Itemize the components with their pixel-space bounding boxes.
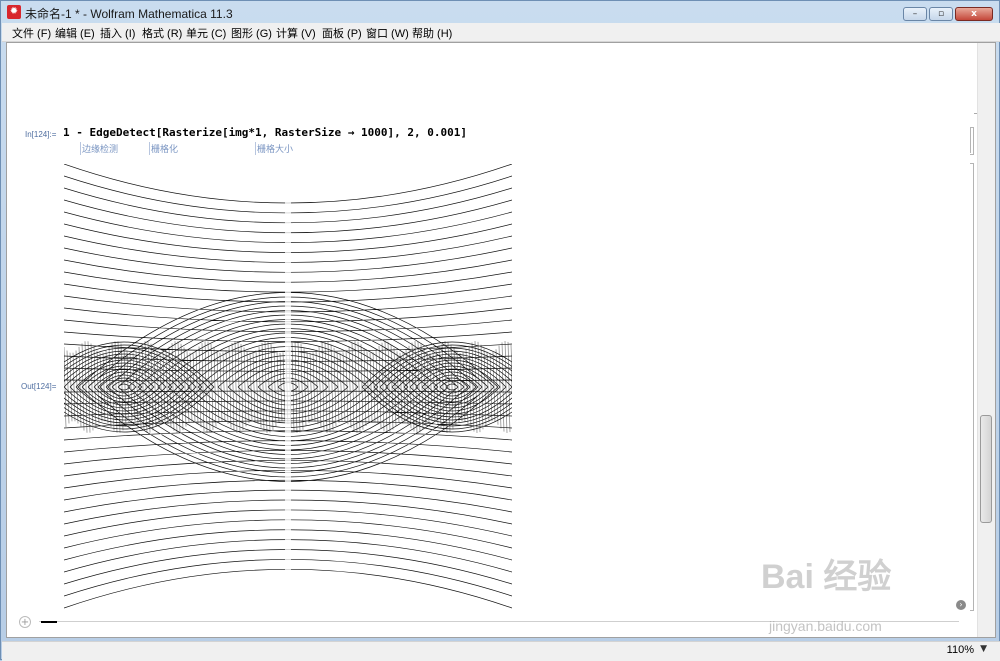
- menu-cell[interactable]: 单元 (C): [186, 25, 226, 41]
- center-seam: [285, 164, 291, 610]
- code-hint-edgedetect: 边缘检测: [80, 142, 118, 155]
- minimize-button[interactable]: –: [903, 7, 927, 21]
- output-cell-bracket[interactable]: [970, 163, 974, 611]
- window-controls: – ▫ x: [901, 7, 993, 21]
- menu-bar: 文件 (F) 编辑 (E) 插入 (I) 格式 (R) 单元 (C) 图形 (G…: [2, 23, 1000, 42]
- menu-file[interactable]: 文件 (F): [12, 25, 51, 41]
- code-hint-rastersize: 栅格大小: [255, 142, 293, 155]
- arrow-right-icon[interactable]: ›: [956, 600, 966, 610]
- zoom-dropdown-icon[interactable]: ▼: [980, 644, 987, 654]
- cell-insert-icon[interactable]: +: [19, 616, 31, 628]
- input-code[interactable]: 1 - EdgeDetect[Rasterize[img*1, RasterSi…: [63, 126, 467, 139]
- window-title: 未命名-1 * - Wolfram Mathematica 11.3: [25, 7, 233, 21]
- menu-help[interactable]: 帮助 (H): [412, 25, 452, 41]
- input-label: In[124]:=: [25, 130, 57, 139]
- code-hint-rasterize: 栅格化: [149, 142, 178, 155]
- status-bar: 110% ▼: [2, 641, 1000, 661]
- edge-pattern-graphic: [64, 164, 512, 610]
- close-button[interactable]: x: [955, 7, 993, 21]
- watermark-logo: Bai 经验: [761, 558, 892, 596]
- zoom-level[interactable]: 110%: [947, 644, 974, 656]
- menu-edit[interactable]: 编辑 (E): [55, 25, 95, 41]
- output-label: Out[124]=: [21, 382, 57, 391]
- edge-detect-output-image[interactable]: [64, 164, 512, 610]
- menu-evaluation[interactable]: 计算 (V): [276, 25, 316, 41]
- watermark-url: jingyan.baidu.com: [769, 618, 882, 634]
- vertical-scrollbar[interactable]: [977, 43, 995, 637]
- menu-graphics[interactable]: 图形 (G): [231, 25, 272, 41]
- menu-palettes[interactable]: 面板 (P): [322, 25, 362, 41]
- title-bar: ✹ 未命名-1 * - Wolfram Mathematica 11.3 – ▫…: [1, 1, 999, 23]
- group-cell-bracket[interactable]: [967, 127, 971, 153]
- maximize-button[interactable]: ▫: [929, 7, 953, 21]
- scrollbar-thumb[interactable]: [980, 415, 992, 523]
- menu-insert[interactable]: 插入 (I): [100, 25, 135, 41]
- app-window: ✹ 未命名-1 * - Wolfram Mathematica 11.3 – ▫…: [0, 0, 1000, 661]
- menu-format[interactable]: 格式 (R): [142, 25, 182, 41]
- mathematica-icon[interactable]: ✹: [7, 5, 21, 19]
- menu-window[interactable]: 窗口 (W): [366, 25, 409, 41]
